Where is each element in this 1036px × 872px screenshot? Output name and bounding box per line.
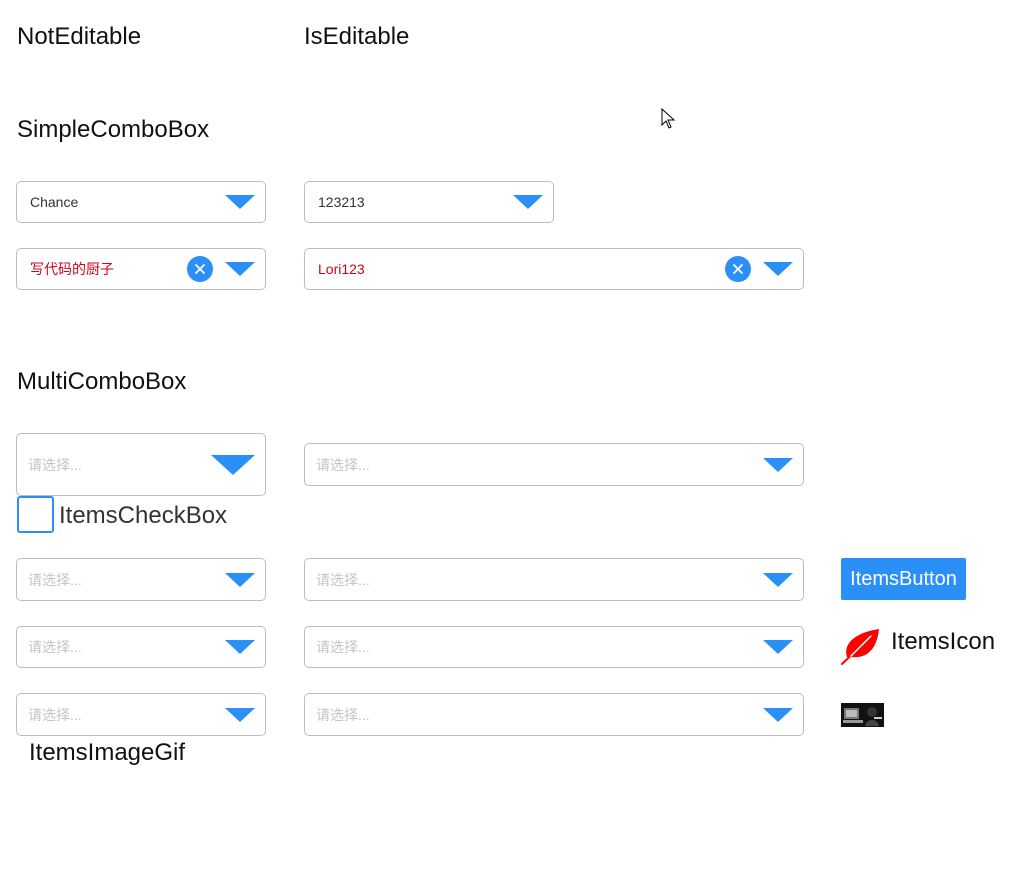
- combobox-placeholder: 请选择...: [28, 639, 82, 655]
- combobox-placeholder: 请选择...: [28, 571, 82, 588]
- combobox-value[interactable]: 123213: [318, 182, 365, 222]
- triangle-down-icon[interactable]: [225, 707, 255, 722]
- simple-combobox-editable[interactable]: 123213: [304, 181, 554, 223]
- multi-combobox-gif-readonly[interactable]: 请选择...: [16, 693, 266, 736]
- multi-combobox-icon-editable[interactable]: 请选择...: [304, 626, 804, 668]
- triangle-down-icon[interactable]: [211, 454, 255, 475]
- multi-combobox-editable[interactable]: 请选择...: [304, 443, 804, 486]
- multi-combobox-icon-readonly[interactable]: 请选择...: [16, 626, 266, 668]
- combobox-placeholder[interactable]: 请选择...: [316, 559, 370, 600]
- triangle-down-icon[interactable]: [225, 640, 255, 654]
- mouse-pointer-icon: [661, 108, 676, 129]
- multi-combobox-button-editable[interactable]: 请选择...: [304, 558, 804, 601]
- simple-combobox-clearable-readonly[interactable]: 写代码的厨子: [16, 248, 266, 290]
- combobox-value: Chance: [30, 194, 79, 210]
- multi-combobox-button-readonly[interactable]: 请选择...: [16, 558, 266, 601]
- leaf-icon: [841, 629, 879, 665]
- combobox-value: 写代码的厨子: [30, 261, 114, 277]
- combobox-placeholder: 请选择...: [28, 456, 82, 473]
- close-circle-icon[interactable]: [187, 256, 213, 282]
- triangle-down-icon[interactable]: [763, 262, 793, 276]
- items-icon-label: ItemsIcon: [891, 628, 996, 655]
- close-circle-icon[interactable]: [725, 256, 751, 282]
- combobox-placeholder: 请选择...: [28, 706, 82, 723]
- animated-gif-image: [841, 703, 884, 727]
- simple-combobox-clearable-editable[interactable]: Lori123: [304, 248, 804, 290]
- triangle-down-icon[interactable]: [225, 195, 255, 209]
- combobox-placeholder[interactable]: 请选择...: [316, 694, 370, 735]
- triangle-down-icon[interactable]: [225, 572, 255, 587]
- triangle-down-icon[interactable]: [763, 457, 793, 472]
- triangle-down-icon[interactable]: [763, 640, 793, 654]
- combobox-placeholder[interactable]: 请选择...: [316, 627, 370, 667]
- triangle-down-icon[interactable]: [225, 262, 255, 276]
- simple-combobox-readonly[interactable]: Chance: [16, 181, 266, 223]
- combobox-placeholder[interactable]: 请选择...: [316, 444, 370, 485]
- items-checkbox-label[interactable]: ItemsCheckBox: [59, 501, 227, 531]
- triangle-down-icon[interactable]: [513, 195, 543, 209]
- simple-combobox-title: SimpleComboBox: [17, 116, 210, 143]
- is-editable-header: IsEditable: [304, 23, 410, 50]
- not-editable-header: NotEditable: [17, 23, 142, 50]
- combobox-value[interactable]: Lori123: [318, 249, 365, 289]
- multi-combobox-large[interactable]: 请选择...: [16, 433, 266, 496]
- multi-combobox-gif-editable[interactable]: 请选择...: [304, 693, 804, 736]
- items-image-gif-label: ItemsImageGif: [29, 739, 186, 766]
- items-button[interactable]: ItemsButton: [841, 558, 966, 600]
- triangle-down-icon[interactable]: [763, 572, 793, 587]
- multi-combobox-title: MultiComboBox: [17, 368, 187, 395]
- items-checkbox[interactable]: [17, 496, 54, 533]
- triangle-down-icon[interactable]: [763, 707, 793, 722]
